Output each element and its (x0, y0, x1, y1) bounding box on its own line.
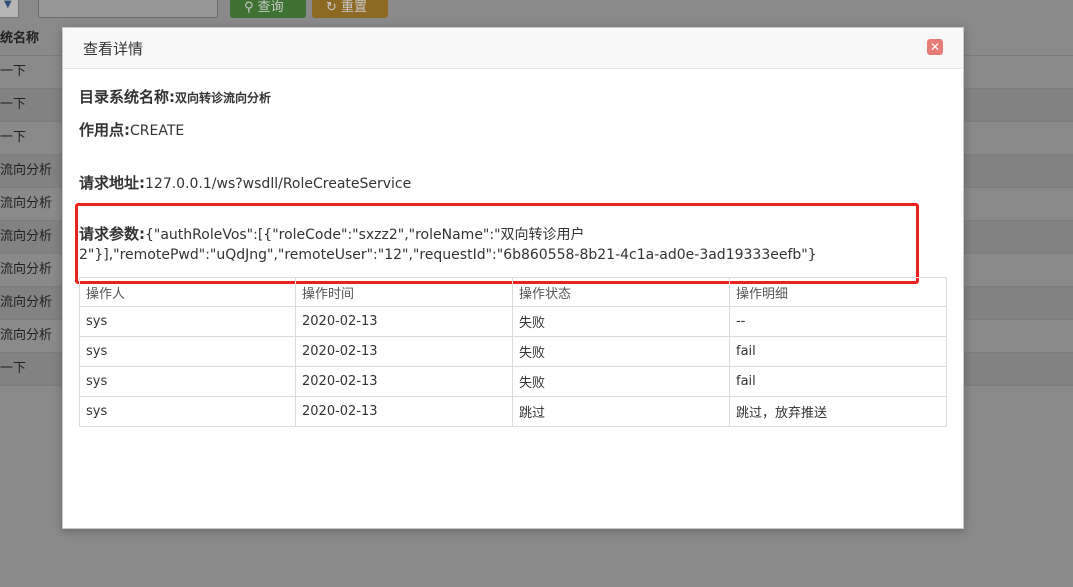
background-cell: 流向分析 (0, 262, 53, 277)
detail-cell: fail (729, 366, 947, 397)
background-cell: 一下 (0, 130, 27, 145)
header-operator: 操作人 (79, 277, 296, 307)
time-cell: 2020-02-13 (295, 366, 513, 397)
time-cell: 2020-02-13 (295, 396, 513, 427)
time-cell: 2020-02-13 (295, 336, 513, 367)
header-operation-time: 操作时间 (295, 277, 513, 307)
detail-modal: 查看详情 ✕ 目录系统名称:双向转诊流向分析 作用点:CREATE 请求地址:1… (62, 27, 964, 529)
system-name-row: 目录系统名称:双向转诊流向分析 (79, 86, 271, 107)
modal-header: 查看详情 ✕ (63, 28, 963, 69)
chevron-down-icon: ▼ (4, 0, 12, 10)
detail-cell: fail (729, 336, 947, 367)
action-point-row: 作用点:CREATE (79, 119, 184, 140)
close-icon[interactable]: ✕ (927, 39, 943, 55)
background-cell: 流向分析 (0, 328, 53, 343)
background-cell: 流向分析 (0, 295, 53, 310)
request-url-label: 请求地址: (79, 174, 145, 192)
system-name-label: 目录系统名称: (79, 88, 175, 106)
reset-button[interactable]: ↻ 重置 (312, 0, 388, 18)
background-cell: 一下 (0, 97, 27, 112)
background-cell: 一下 (0, 64, 27, 79)
operation-log-table: 操作人 操作时间 操作状态 操作明细 sys 2020-02-13 失败 -- … (79, 277, 947, 427)
time-cell: 2020-02-13 (295, 306, 513, 337)
table-row: sys 2020-02-13 跳过 跳过，放弃推送 (79, 396, 947, 427)
table-row: sys 2020-02-13 失败 fail (79, 336, 947, 367)
background-select[interactable]: ▼ (0, 0, 19, 18)
request-url-row: 请求地址:127.0.0.1/ws?wsdll/RoleCreateServic… (79, 172, 411, 193)
status-cell: 失败 (512, 306, 730, 337)
background-cell: 流向分析 (0, 229, 53, 244)
background-toolbar: ▼ ⚲ 查询 ↻ 重置 (0, 0, 1073, 18)
refresh-icon: ↻ (326, 0, 337, 15)
system-name-value: 双向转诊流向分析 (175, 91, 272, 105)
status-cell: 跳过 (512, 396, 730, 427)
background-search-input[interactable] (38, 0, 218, 18)
highlight-annotation (75, 203, 919, 284)
status-cell: 失败 (512, 336, 730, 367)
table-row: sys 2020-02-13 失败 fail (79, 366, 947, 397)
background-cell: 一下 (0, 361, 27, 376)
table-header-row: 操作人 操作时间 操作状态 操作明细 (79, 277, 947, 307)
detail-cell: -- (729, 306, 947, 337)
status-cell: 失败 (512, 366, 730, 397)
search-icon: ⚲ (244, 0, 254, 15)
operator-cell: sys (79, 336, 296, 367)
header-operation-detail: 操作明细 (729, 277, 947, 307)
background-cell: 流向分析 (0, 163, 53, 178)
header-operation-status: 操作状态 (512, 277, 730, 307)
modal-title: 查看详情 (83, 40, 144, 58)
action-point-label: 作用点: (79, 121, 130, 139)
detail-cell: 跳过，放弃推送 (729, 396, 947, 427)
operator-cell: sys (79, 396, 296, 427)
operator-cell: sys (79, 366, 296, 397)
background-header-cell: 统名称 (0, 31, 40, 46)
query-button[interactable]: ⚲ 查询 (230, 0, 306, 18)
background-cell: 流向分析 (0, 196, 53, 211)
reset-button-label: 重置 (341, 0, 368, 15)
request-url-value: 127.0.0.1/ws?wsdll/RoleCreateService (145, 176, 412, 192)
query-button-label: 查询 (257, 0, 284, 15)
operator-cell: sys (79, 306, 296, 337)
table-row: sys 2020-02-13 失败 -- (79, 306, 947, 337)
action-point-value: CREATE (130, 123, 185, 139)
